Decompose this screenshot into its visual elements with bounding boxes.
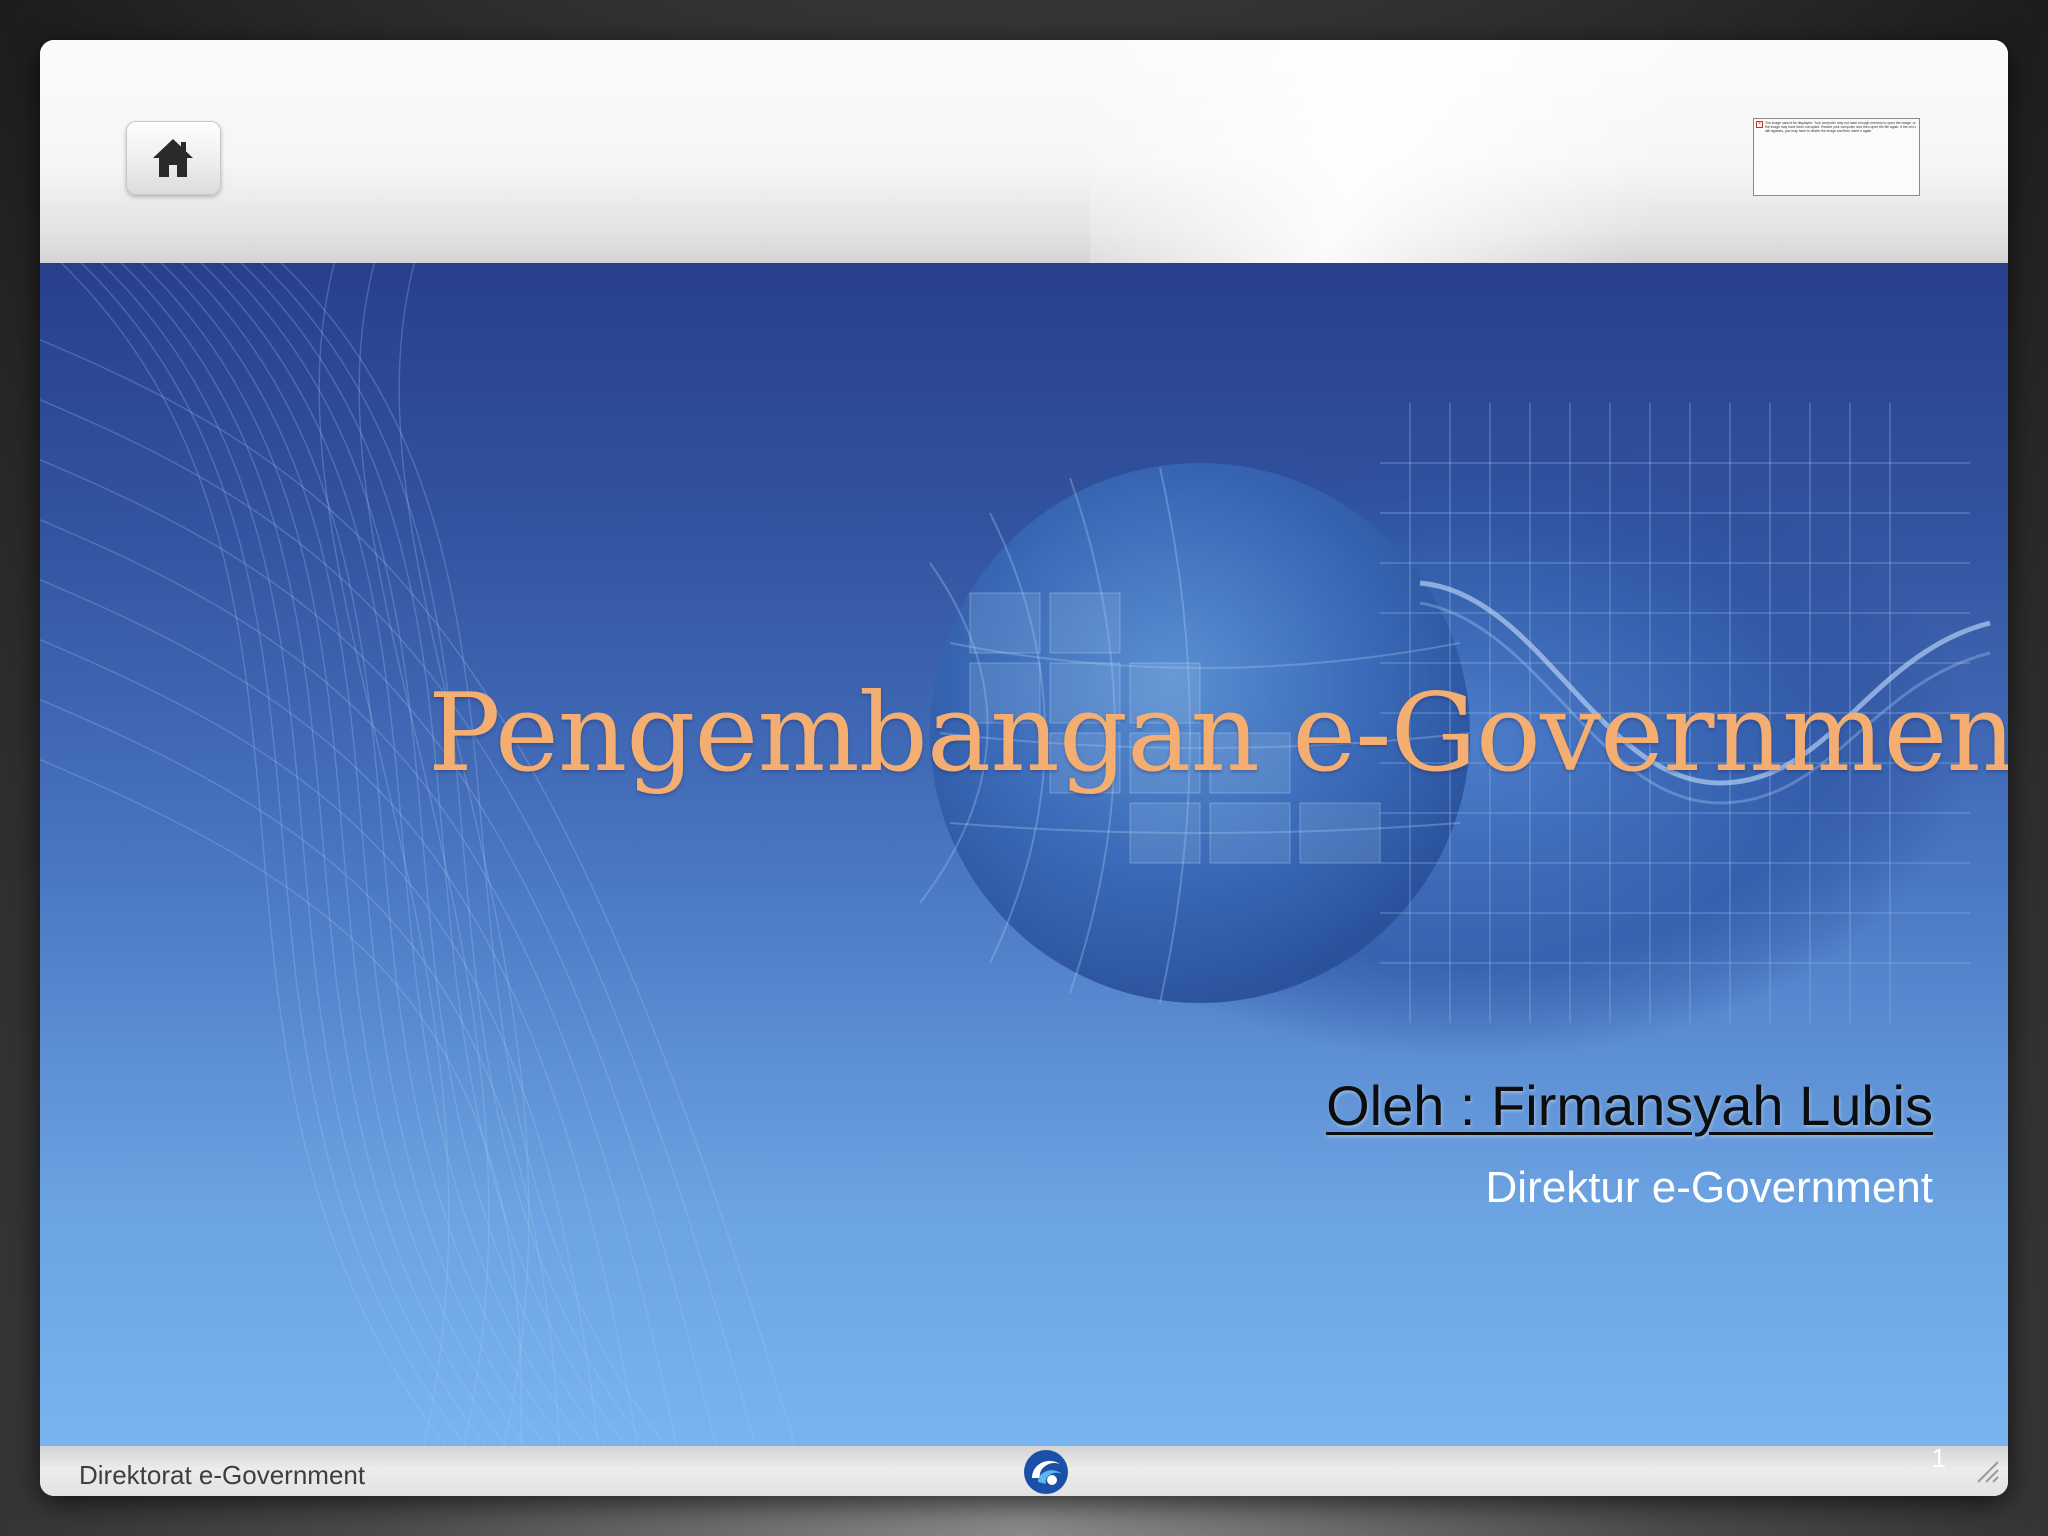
globe-network-background <box>40 263 1991 1445</box>
broken-image-message: The image cannot be displayed. Your comp… <box>1765 121 1917 133</box>
author-role: Direktur e-Government <box>1485 1163 1933 1212</box>
author-name: Oleh : Firmansyah Lubis <box>1326 1074 1933 1137</box>
footer-text: Direktorat e-Government <box>79 1460 366 1490</box>
kominfo-logo-icon <box>1024 1450 1068 1494</box>
broken-image-icon: × <box>1756 121 1763 128</box>
slide-header: × The image cannot be displayed. Your co… <box>40 40 2008 263</box>
slide: × The image cannot be displayed. Your co… <box>40 40 2008 1496</box>
home-button[interactable] <box>126 121 221 195</box>
resize-grip-icon <box>1977 1461 1999 1483</box>
slide-body: Pengembangan e-Government Oleh : Firmans… <box>40 263 2008 1445</box>
broken-image-placeholder: × The image cannot be displayed. Your co… <box>1753 118 1920 196</box>
slide-footer: Direktorat e-Government <box>40 1445 2008 1496</box>
home-icon <box>153 139 193 177</box>
page-number: 1 <box>1931 1443 1946 1473</box>
header-shine <box>1090 40 1790 263</box>
slide-title: Pengembangan e-Government <box>428 671 2008 796</box>
